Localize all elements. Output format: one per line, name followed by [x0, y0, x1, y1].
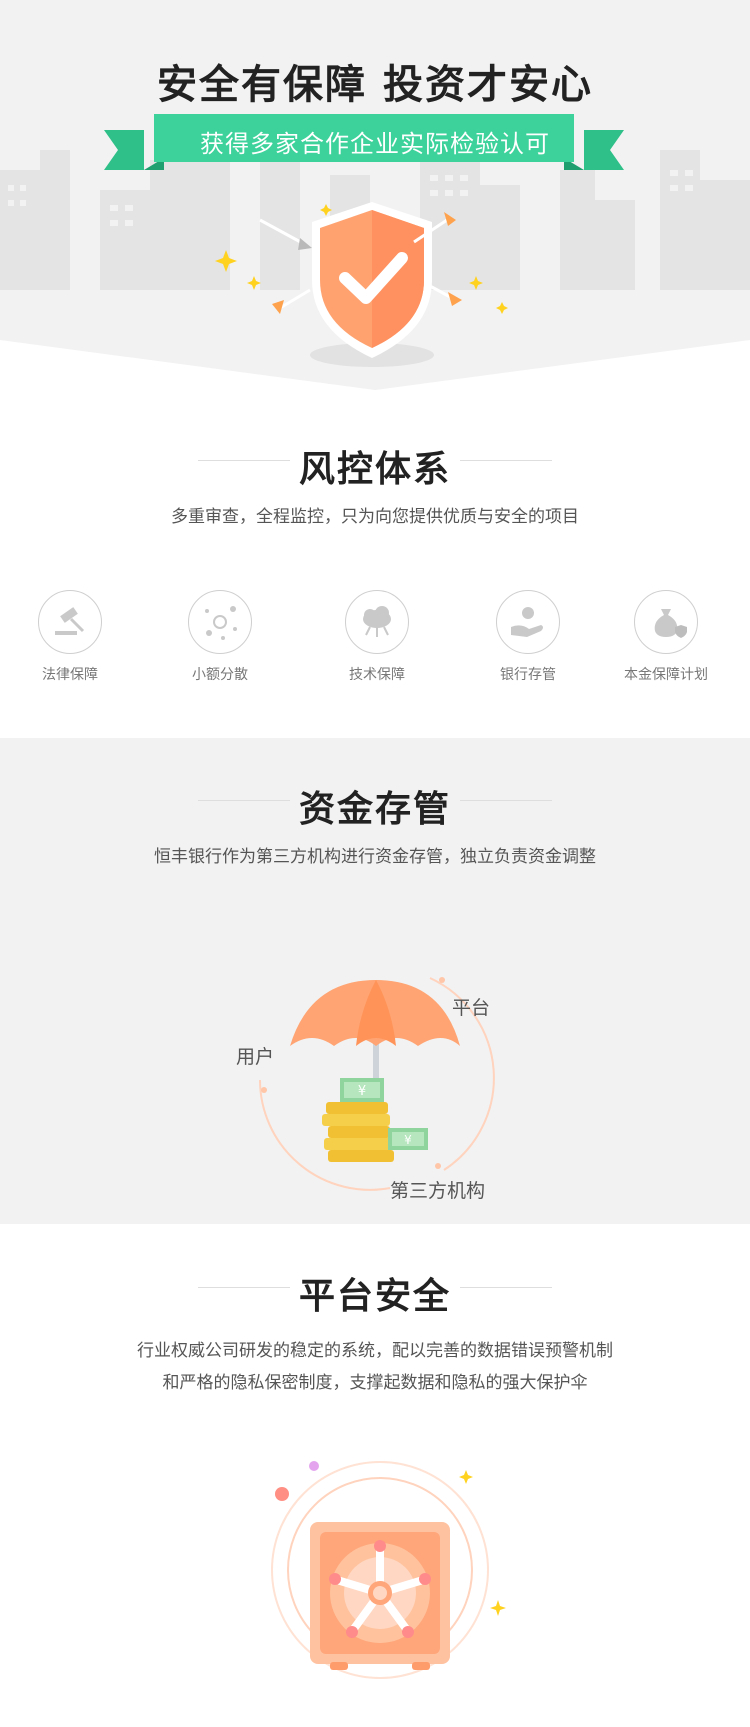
feature-legal[interactable]: 法律保障	[0, 590, 140, 684]
section-desc-platform-security-line1: 行业权威公司研发的稳定的系统，配以完善的数据错误预警机制	[137, 1341, 613, 1361]
diagram-label-platform: 平台	[452, 997, 491, 1019]
feature-small-scatter[interactable]: 小额分散	[150, 590, 290, 684]
gavel-icon	[38, 590, 102, 654]
hero-banner: 安全有保障 投资才安心 获得多家合作企业实际检验认可	[0, 0, 750, 400]
feature-label: 银行存管	[500, 667, 556, 683]
section-desc-platform-security-line2: 和严格的隐私保密制度，支撑起数据和隐私的强大保护伞	[162, 1373, 588, 1393]
feature-label: 法律保障	[42, 667, 98, 683]
risk-feature-list: 法律保障 小额分散 技术保障 银行存管 本金保障计划	[0, 590, 750, 683]
section-desc-risk-control: 多重审查，全程监控，只为向您提供优质与安全的项目	[171, 507, 579, 527]
cloud-tech-icon	[345, 590, 409, 654]
safe-vault-illustration	[271, 1461, 506, 1679]
ribbon-text: 获得多家合作企业实际检验认可	[200, 130, 550, 158]
feature-label: 小额分散	[192, 667, 248, 683]
section-desc-fund-custody: 恒丰银行作为第三方机构进行资金存管，独立负责资金调整	[154, 847, 596, 867]
hand-coin-icon	[496, 590, 560, 654]
shield-checkmark-illustration	[215, 202, 508, 367]
scatter-dots-icon	[188, 590, 252, 654]
section-title-fund-custody: 资金存管	[298, 789, 451, 830]
feature-label: 本金保障计划	[624, 667, 708, 683]
currency-symbol: ¥	[404, 1133, 412, 1147]
currency-symbol: ¥	[358, 1084, 366, 1099]
diagram-label-third-party: 第三方机构	[390, 1180, 486, 1202]
section-title-platform-security: 平台安全	[298, 1276, 451, 1317]
feature-tech[interactable]: 技术保障	[307, 590, 447, 684]
section-title-risk-control: 风控体系	[298, 449, 451, 490]
umbrella-coins-illustration: ¥ ¥	[259, 977, 495, 1191]
feature-principal-guarantee[interactable]: 本金保障计划	[596, 590, 736, 684]
money-bag-icon	[634, 590, 698, 654]
hero-title: 安全有保障 投资才安心	[157, 62, 593, 108]
feature-label: 技术保障	[349, 667, 405, 683]
feature-bank-custody[interactable]: 银行存管	[458, 590, 598, 684]
diagram-label-user: 用户	[236, 1046, 275, 1068]
